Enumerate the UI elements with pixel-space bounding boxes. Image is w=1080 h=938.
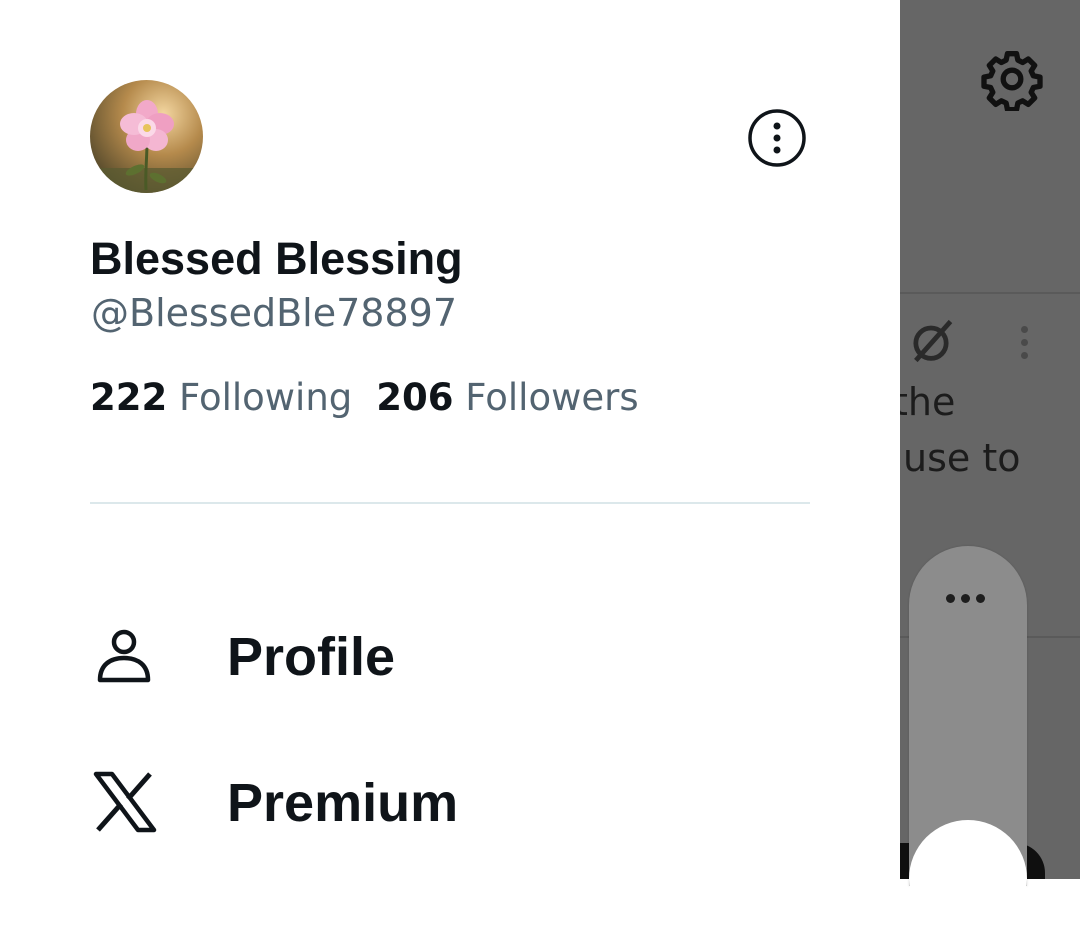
- avatar[interactable]: [90, 80, 203, 193]
- navigation-drawer: Blessed Blessing @BlessedBle78897 222 Fo…: [0, 0, 900, 879]
- more-horizontal-icon[interactable]: [946, 591, 996, 605]
- section-divider: [90, 502, 810, 504]
- background-text: use to: [903, 436, 1021, 480]
- floating-pill-knob[interactable]: [909, 820, 1027, 938]
- x-logo-icon: [93, 771, 157, 833]
- following-link[interactable]: 222 Following: [90, 376, 352, 419]
- followers-link[interactable]: 206 Followers: [376, 376, 638, 419]
- background-text: the: [893, 380, 956, 424]
- following-label: Following: [179, 376, 353, 419]
- background-divider: [900, 292, 1080, 294]
- person-icon: [97, 629, 151, 683]
- user-handle[interactable]: @BlessedBle78897: [91, 291, 457, 335]
- menu-item-profile[interactable]: Profile: [90, 622, 810, 702]
- background-more-icon: [1016, 326, 1032, 366]
- more-options-icon[interactable]: [747, 108, 807, 168]
- menu-item-label: Profile: [227, 627, 396, 687]
- followers-count: 206: [376, 376, 454, 419]
- follow-stats: 222 Following 206 Followers: [90, 376, 639, 419]
- flower-avatar-image: [90, 80, 203, 193]
- settings-gear-icon[interactable]: [980, 47, 1044, 111]
- menu-item-label: Premium: [227, 773, 459, 833]
- followers-label: Followers: [465, 376, 639, 419]
- offline-icon: [913, 319, 953, 363]
- display-name[interactable]: Blessed Blessing: [90, 233, 463, 285]
- menu-item-premium[interactable]: Premium: [90, 768, 810, 848]
- following-count: 222: [90, 376, 168, 419]
